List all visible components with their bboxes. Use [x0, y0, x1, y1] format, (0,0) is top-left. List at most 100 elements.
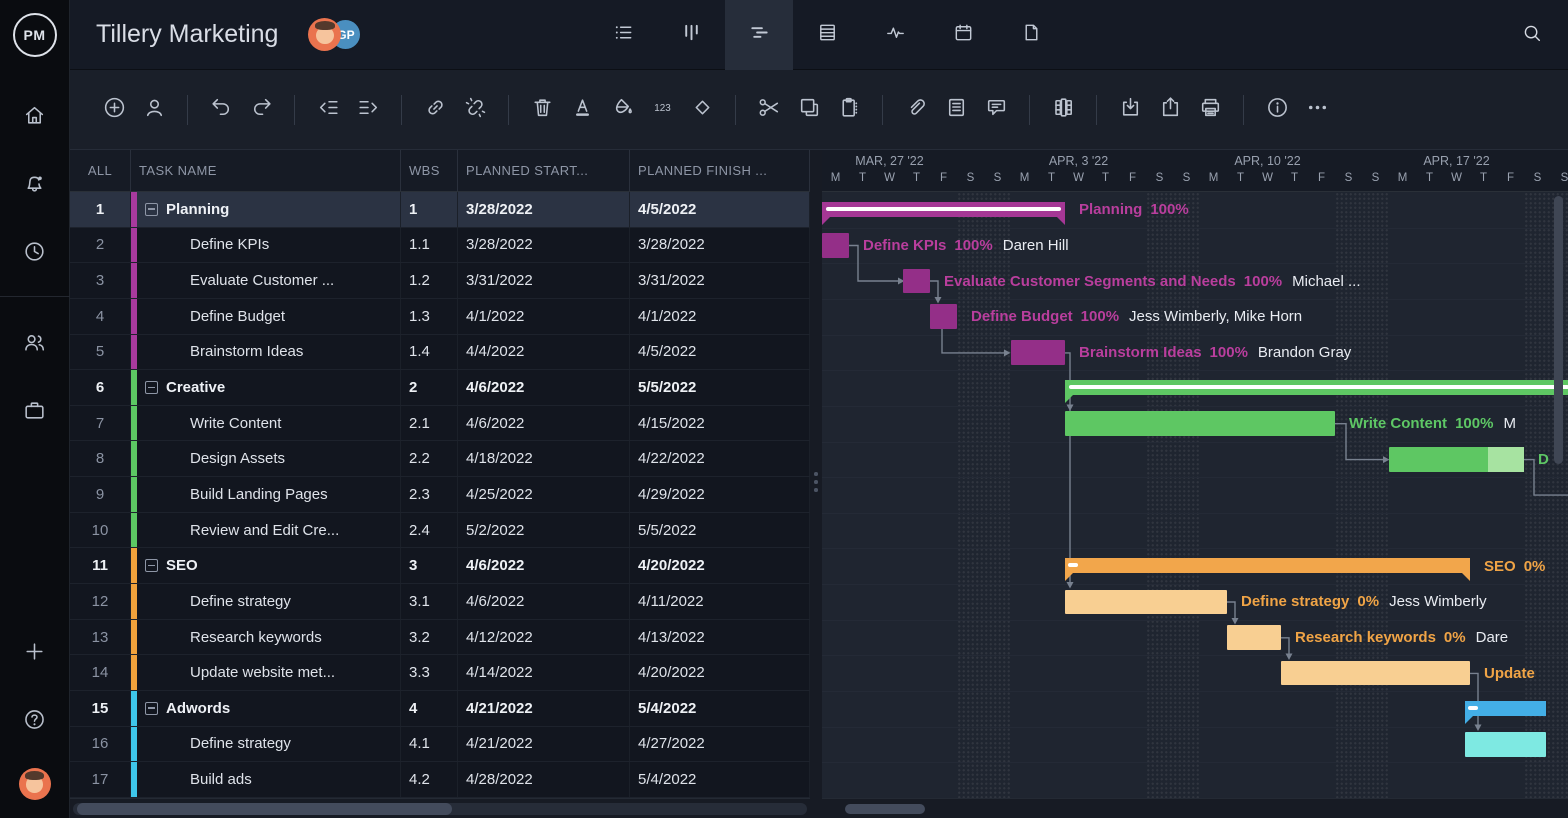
tab-sheet-view[interactable]: [793, 0, 861, 70]
add-button[interactable]: [94, 90, 134, 130]
bar-task-name: Define KPIs: [863, 237, 946, 254]
task-bar[interactable]: [1227, 625, 1281, 650]
outdent-icon: [316, 95, 341, 125]
tab-gantt-view[interactable]: [725, 0, 793, 70]
bar-percent: 0%: [1357, 593, 1379, 610]
summary-bar[interactable]: [1465, 701, 1546, 716]
tab-list-view[interactable]: [589, 0, 657, 70]
summary-bar[interactable]: [1065, 558, 1470, 573]
trash-button[interactable]: [522, 90, 562, 130]
pane-splitter[interactable]: [810, 150, 822, 818]
table-row[interactable]: 13Research keywords3.24/12/20224/13/2022: [70, 620, 810, 656]
table-row[interactable]: 8Design Assets2.24/18/20224/22/2022: [70, 441, 810, 477]
print-button[interactable]: [1190, 90, 1230, 130]
help-button[interactable]: [15, 702, 55, 742]
table-row[interactable]: 11SEO34/6/20224/20/2022: [70, 548, 810, 584]
task-bar[interactable]: [822, 233, 849, 258]
tab-doc-view[interactable]: [997, 0, 1065, 70]
tab-kanban-view[interactable]: [657, 0, 725, 70]
unlink-button[interactable]: [455, 90, 495, 130]
app-logo[interactable]: PM: [13, 0, 57, 70]
bar-percent: 100%: [1150, 201, 1188, 218]
task-bar[interactable]: [1065, 590, 1227, 615]
start-cell: 3/31/2022: [458, 263, 630, 298]
summary-bar[interactable]: [822, 202, 1065, 217]
more-button[interactable]: [1297, 90, 1337, 130]
table-row[interactable]: 10Review and Edit Cre...2.45/2/20225/5/2…: [70, 513, 810, 549]
task-bar[interactable]: [1465, 732, 1546, 757]
columns-button[interactable]: [1043, 90, 1083, 130]
indent-button[interactable]: [348, 90, 388, 130]
project-members[interactable]: GP: [308, 18, 362, 51]
number-icon: 123: [650, 95, 675, 125]
wbs-cell: 1.2: [401, 263, 458, 298]
collapse-toggle-icon[interactable]: [145, 559, 158, 572]
table-row[interactable]: 2Define KPIs1.13/28/20223/28/2022: [70, 228, 810, 264]
gantt-vertical-scrollbar[interactable]: [1554, 196, 1563, 464]
collapse-toggle-icon[interactable]: [145, 702, 158, 715]
clock-button[interactable]: [15, 234, 55, 274]
task-name-cell: Evaluate Customer ...: [131, 263, 401, 298]
finish-cell: 4/15/2022: [630, 406, 810, 441]
table-row[interactable]: 7Write Content2.14/6/20224/15/2022: [70, 406, 810, 442]
info-button[interactable]: [1257, 90, 1297, 130]
comment-button[interactable]: [976, 90, 1016, 130]
milestone-button[interactable]: [682, 90, 722, 130]
table-row[interactable]: 6Creative24/6/20225/5/2022: [70, 370, 810, 406]
briefcase-button[interactable]: [15, 393, 55, 433]
table-row[interactable]: 17Build ads4.24/28/20225/4/2022: [70, 762, 810, 798]
table-row[interactable]: 3Evaluate Customer ...1.23/31/20223/31/2…: [70, 263, 810, 299]
cut-button[interactable]: [749, 90, 789, 130]
assign-button[interactable]: [134, 90, 174, 130]
table-row[interactable]: 14Update website met...3.34/14/20224/20/…: [70, 655, 810, 691]
help-icon: [22, 707, 47, 737]
attach-button[interactable]: [896, 90, 936, 130]
tab-activity-view[interactable]: [861, 0, 929, 70]
task-color-strip: [131, 727, 137, 762]
import-button[interactable]: [1110, 90, 1150, 130]
scrollbar-thumb[interactable]: [845, 804, 925, 814]
fill-button[interactable]: [602, 90, 642, 130]
table-row[interactable]: 5Brainstorm Ideas1.44/4/20224/5/2022: [70, 335, 810, 371]
people-button[interactable]: [15, 325, 55, 365]
text-color-button[interactable]: [562, 90, 602, 130]
link-button[interactable]: [415, 90, 455, 130]
copy-button[interactable]: [789, 90, 829, 130]
search-button[interactable]: [1514, 17, 1550, 53]
gantt-icon: [748, 21, 771, 49]
task-bar[interactable]: [1065, 411, 1335, 436]
tab-calendar-view[interactable]: [929, 0, 997, 70]
table-row[interactable]: 1Planning13/28/20224/5/2022: [70, 192, 810, 228]
number-button[interactable]: 123: [642, 90, 682, 130]
task-bar-remaining: [1488, 447, 1524, 472]
paste-button[interactable]: [829, 90, 869, 130]
filter-all-header[interactable]: ALL: [70, 150, 131, 191]
export-button[interactable]: [1150, 90, 1190, 130]
table-row[interactable]: 4Define Budget1.34/1/20224/1/2022: [70, 299, 810, 335]
outdent-button[interactable]: [308, 90, 348, 130]
task-name-cell: Brainstorm Ideas: [131, 335, 401, 370]
day-label: T: [1038, 172, 1065, 184]
table-row[interactable]: 12Define strategy3.14/6/20224/11/2022: [70, 584, 810, 620]
task-bar[interactable]: [1011, 340, 1065, 365]
task-bar[interactable]: [1281, 661, 1470, 686]
collapse-toggle-icon[interactable]: [145, 381, 158, 394]
summary-bar[interactable]: [1065, 380, 1568, 395]
home-button[interactable]: [15, 98, 55, 138]
table-row[interactable]: 15Adwords44/21/20225/4/2022: [70, 691, 810, 727]
scrollbar-thumb[interactable]: [77, 803, 452, 815]
table-row[interactable]: 9Build Landing Pages2.34/25/20224/29/202…: [70, 477, 810, 513]
column-header: PLANNED START...: [458, 150, 630, 191]
redo-button[interactable]: [241, 90, 281, 130]
task-bar[interactable]: [1389, 447, 1524, 472]
task-bar[interactable]: [930, 304, 957, 329]
table-row[interactable]: 16Define strategy4.14/21/20224/27/2022: [70, 727, 810, 763]
plus-button[interactable]: [15, 634, 55, 674]
collapse-toggle-icon[interactable]: [145, 203, 158, 216]
bell-button[interactable]: [15, 166, 55, 206]
task-bar[interactable]: [903, 269, 930, 294]
notes-button[interactable]: [936, 90, 976, 130]
undo-button[interactable]: [201, 90, 241, 130]
user-avatar[interactable]: [19, 768, 51, 800]
task-name-cell: Define strategy: [131, 727, 401, 762]
